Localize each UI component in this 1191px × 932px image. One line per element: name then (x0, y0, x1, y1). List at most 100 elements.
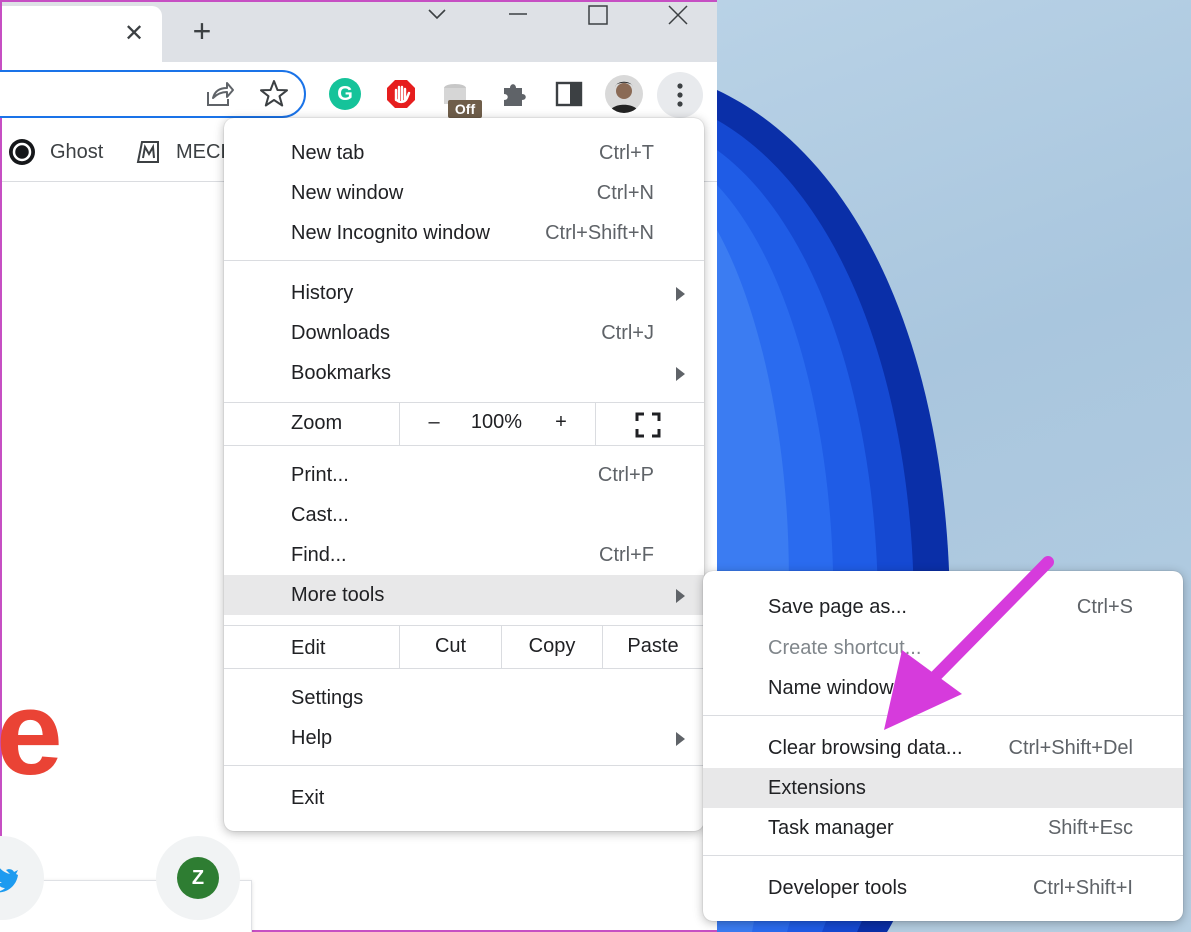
menu-item-shortcut: Ctrl+N (596, 182, 654, 204)
fullscreen-icon[interactable] (634, 411, 662, 439)
chevron-down-icon (428, 9, 446, 20)
edit-row: Edit Cut Copy Paste (224, 626, 704, 668)
submenu-item-clear-browsing-data[interactable]: Clear browsing data... Ctrl+Shift+Del (703, 728, 1183, 768)
copy-button[interactable]: Copy (502, 635, 602, 658)
submenu-divider (703, 715, 1183, 716)
menu-item-new-window[interactable]: New window Ctrl+N (224, 173, 704, 213)
menu-item-history[interactable]: History (224, 273, 704, 313)
menu-item-downloads[interactable]: Downloads Ctrl+J (224, 313, 704, 353)
submenu-item-label: Name window... (768, 677, 910, 699)
menu-item-help[interactable]: Help (224, 718, 704, 758)
bookmark-ghost[interactable]: Ghost (8, 138, 103, 166)
menu-divider (224, 260, 704, 261)
submenu-item-label: Clear browsing data... (768, 737, 963, 759)
zoom-divider (399, 403, 400, 445)
submenu-item-extensions[interactable]: Extensions (703, 768, 1183, 808)
submenu-arrow-icon (676, 367, 685, 381)
menu-item-label: Settings (291, 687, 364, 709)
extension-off-icon[interactable]: Off (442, 78, 482, 118)
menu-item-new-tab[interactable]: New tab Ctrl+T (224, 133, 704, 173)
submenu-arrow-icon (676, 589, 685, 603)
zoom-in-button[interactable]: + (546, 411, 576, 434)
adblock-hand-icon[interactable] (385, 78, 417, 110)
menu-item-label: History (291, 282, 354, 304)
submenu-item-developer-tools[interactable]: Developer tools Ctrl+Shift+I (703, 868, 1183, 908)
submenu-item-shortcut: Ctrl+Shift+I (1032, 877, 1133, 899)
shortcut-twitter[interactable] (0, 836, 44, 920)
paste-button[interactable]: Paste (603, 635, 703, 658)
zoom-label: Zoom (291, 412, 343, 434)
edit-label: Edit (291, 637, 326, 659)
side-panel-icon[interactable] (553, 78, 585, 110)
tab-search-button[interactable] (407, 2, 467, 32)
submenu-item-name-window[interactable]: Name window... (703, 668, 1183, 708)
menu-item-cast[interactable]: Cast... (224, 495, 704, 535)
submenu-item-shortcut: Ctrl+Shift+Del (1008, 737, 1134, 759)
menu-item-label: Downloads (291, 322, 390, 344)
menu-item-shortcut: Ctrl+J (601, 322, 654, 344)
off-badge: Off (448, 100, 482, 118)
bookmark-meck[interactable]: MECK (134, 138, 234, 166)
submenu-item-label: Save page as... (768, 596, 907, 618)
submenu-item-shortcut: Shift+Esc (1047, 817, 1133, 839)
submenu-divider (703, 855, 1183, 856)
three-dot-menu-icon (677, 83, 683, 107)
profile-avatar[interactable] (605, 75, 643, 113)
shortcut-zoho[interactable]: Z (156, 836, 240, 920)
new-tab-button[interactable]: + (186, 15, 218, 48)
zoom-row: Zoom – 100% + (224, 403, 704, 445)
maximize-button[interactable] (568, 2, 628, 32)
cut-button[interactable]: Cut (400, 635, 501, 658)
menu-item-label: New Incognito window (291, 222, 490, 244)
person-avatar-icon (609, 81, 639, 113)
twitter-bird-icon (0, 868, 18, 893)
share-icon[interactable] (203, 78, 235, 110)
menu-item-label: Help (291, 727, 333, 749)
menu-item-exit[interactable]: Exit (224, 778, 704, 818)
close-icon (668, 5, 688, 25)
grammarly-extension-icon[interactable]: G (329, 78, 361, 110)
menu-item-label: New tab (291, 142, 365, 164)
menu-item-bookmarks[interactable]: Bookmarks (224, 353, 704, 393)
shortcut-letter-z: Z (177, 857, 219, 899)
menu-item-shortcut: Ctrl+Shift+N (545, 222, 654, 244)
menu-item-label: More tools (291, 584, 385, 606)
menu-item-settings[interactable]: Settings (224, 678, 704, 718)
menu-divider (224, 668, 704, 669)
submenu-item-label: Create shortcut... (768, 637, 922, 659)
menu-divider (224, 765, 704, 766)
grammarly-letter: G (337, 83, 353, 105)
menu-item-more-tools[interactable]: More tools (224, 575, 704, 615)
puzzle-extensions-icon[interactable] (498, 78, 530, 110)
chrome-menu-button[interactable] (657, 72, 703, 118)
tab-close-icon[interactable]: ✕ (120, 20, 148, 48)
submenu-item-label: Developer tools (768, 877, 907, 899)
minimize-button[interactable] (488, 2, 548, 32)
ghost-logo-icon (9, 139, 35, 165)
menu-divider (224, 445, 704, 446)
maximize-icon (588, 5, 608, 25)
menu-item-print[interactable]: Print... Ctrl+P (224, 455, 704, 495)
zoom-divider (595, 403, 596, 445)
menu-item-label: New window (291, 182, 404, 204)
submenu-item-save-page-as[interactable]: Save page as... Ctrl+S (703, 587, 1183, 627)
google-logo-fragment: e (0, 666, 63, 800)
zoom-out-button[interactable]: – (419, 411, 449, 434)
menu-item-new-incognito-window[interactable]: New Incognito window Ctrl+Shift+N (224, 213, 704, 253)
bookmark-label: Ghost (50, 140, 104, 163)
close-window-button[interactable] (648, 2, 708, 32)
active-tab[interactable]: ✕ (2, 6, 162, 62)
submenu-item-label: Extensions (768, 777, 866, 799)
submenu-item-shortcut: Ctrl+S (1076, 596, 1133, 618)
menu-item-find[interactable]: Find... Ctrl+F (224, 535, 704, 575)
menu-item-shortcut: Ctrl+P (597, 464, 654, 486)
title-bar: ✕ + (2, 2, 717, 62)
menu-item-label: Print... (291, 464, 349, 486)
star-icon[interactable] (258, 78, 290, 110)
submenu-arrow-icon (676, 732, 685, 746)
submenu-item-label: Task manager (768, 817, 894, 839)
chrome-main-menu: New tab Ctrl+T New window Ctrl+N New Inc… (224, 118, 704, 831)
menu-item-label: Find... (291, 544, 347, 566)
submenu-item-task-manager[interactable]: Task manager Shift+Esc (703, 808, 1183, 848)
menu-item-label: Cast... (291, 504, 349, 526)
